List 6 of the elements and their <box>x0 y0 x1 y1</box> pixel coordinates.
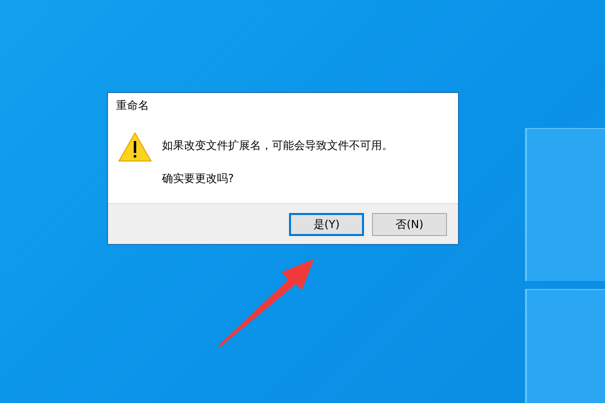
warning-icon <box>118 132 152 162</box>
dialog-button[interactable]: 是(Y) <box>289 212 364 236</box>
question-text: 确实要更改吗? <box>162 171 235 186</box>
window-title: 重命名 <box>115 98 150 114</box>
dialog-button[interactable]: 否(N) <box>372 212 447 236</box>
message-text: 如果改变文件扩展名，可能会导致文件不可用。 <box>162 138 393 153</box>
